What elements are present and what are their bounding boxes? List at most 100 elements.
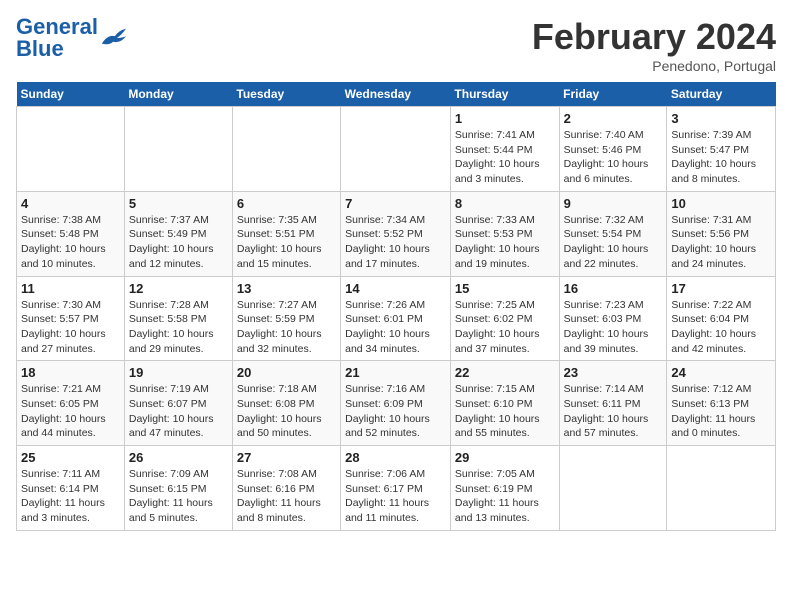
table-row [559, 446, 667, 531]
day-number: 18 [21, 365, 120, 380]
table-row: 6 Sunrise: 7:35 AM Sunset: 5:51 PM Daylig… [232, 191, 340, 276]
table-row [667, 446, 776, 531]
day-number: 24 [671, 365, 771, 380]
day-info: Sunrise: 7:05 AM Sunset: 6:19 PM Dayligh… [455, 467, 555, 526]
logo-bird-icon [100, 26, 128, 50]
table-row: 11 Sunrise: 7:30 AM Sunset: 5:57 PM Dayli… [17, 276, 125, 361]
day-info: Sunrise: 7:21 AM Sunset: 6:05 PM Dayligh… [21, 382, 120, 441]
table-row: 28 Sunrise: 7:06 AM Sunset: 6:17 PM Dayli… [341, 446, 451, 531]
day-info: Sunrise: 7:32 AM Sunset: 5:54 PM Dayligh… [564, 213, 663, 272]
table-row: 9 Sunrise: 7:32 AM Sunset: 5:54 PM Daylig… [559, 191, 667, 276]
calendar-week-row: 1Sunrise: 7:41 AM Sunset: 5:44 PM Daylig… [17, 107, 776, 192]
day-info: Sunrise: 7:26 AM Sunset: 6:01 PM Dayligh… [345, 298, 446, 357]
day-number: 14 [345, 281, 446, 296]
day-number: 13 [237, 281, 336, 296]
table-row: 13 Sunrise: 7:27 AM Sunset: 5:59 PM Dayli… [232, 276, 340, 361]
day-info: Sunrise: 7:11 AM Sunset: 6:14 PM Dayligh… [21, 467, 120, 526]
day-info: Sunrise: 7:18 AM Sunset: 6:08 PM Dayligh… [237, 382, 336, 441]
day-number: 21 [345, 365, 446, 380]
table-row: 1Sunrise: 7:41 AM Sunset: 5:44 PM Daylig… [450, 107, 559, 192]
table-row: 14 Sunrise: 7:26 AM Sunset: 6:01 PM Dayli… [341, 276, 451, 361]
calendar-table: Sunday Monday Tuesday Wednesday Thursday… [16, 82, 776, 531]
day-number: 8 [455, 196, 555, 211]
day-number: 28 [345, 450, 446, 465]
table-row: 23 Sunrise: 7:14 AM Sunset: 6:11 PM Dayli… [559, 361, 667, 446]
day-number: 11 [21, 281, 120, 296]
table-row: 24Sunrise: 7:12 AM Sunset: 6:13 PM Dayli… [667, 361, 776, 446]
day-info: Sunrise: 7:15 AM Sunset: 6:10 PM Dayligh… [455, 382, 555, 441]
page-header: General Blue February 2024 Penedono, Por… [16, 16, 776, 74]
day-number: 27 [237, 450, 336, 465]
day-number: 1 [455, 111, 555, 126]
table-row [232, 107, 340, 192]
calendar-week-row: 11 Sunrise: 7:30 AM Sunset: 5:57 PM Dayli… [17, 276, 776, 361]
day-number: 22 [455, 365, 555, 380]
calendar-week-row: 4Sunrise: 7:38 AM Sunset: 5:48 PM Daylig… [17, 191, 776, 276]
day-info: Sunrise: 7:19 AM Sunset: 6:07 PM Dayligh… [129, 382, 228, 441]
table-row [341, 107, 451, 192]
table-row: 25 Sunrise: 7:11 AM Sunset: 6:14 PM Dayli… [17, 446, 125, 531]
table-row [17, 107, 125, 192]
table-row: 22 Sunrise: 7:15 AM Sunset: 6:10 PM Dayli… [450, 361, 559, 446]
logo-blue: Blue [16, 36, 64, 61]
day-info: Sunrise: 7:27 AM Sunset: 5:59 PM Dayligh… [237, 298, 336, 357]
table-row: 7Sunrise: 7:34 AM Sunset: 5:52 PM Daylig… [341, 191, 451, 276]
col-thursday: Thursday [450, 82, 559, 107]
day-number: 2 [564, 111, 663, 126]
day-info: Sunrise: 7:31 AM Sunset: 5:56 PM Dayligh… [671, 213, 771, 272]
day-info: Sunrise: 7:06 AM Sunset: 6:17 PM Dayligh… [345, 467, 446, 526]
day-info: Sunrise: 7:30 AM Sunset: 5:57 PM Dayligh… [21, 298, 120, 357]
day-number: 9 [564, 196, 663, 211]
location: Penedono, Portugal [532, 58, 776, 74]
day-number: 20 [237, 365, 336, 380]
day-info: Sunrise: 7:25 AM Sunset: 6:02 PM Dayligh… [455, 298, 555, 357]
logo-text: General Blue [16, 16, 98, 60]
day-number: 23 [564, 365, 663, 380]
day-number: 15 [455, 281, 555, 296]
table-row: 19 Sunrise: 7:19 AM Sunset: 6:07 PM Dayli… [124, 361, 232, 446]
title-block: February 2024 Penedono, Portugal [532, 16, 776, 74]
month-title: February 2024 [532, 16, 776, 58]
table-row: 2Sunrise: 7:40 AM Sunset: 5:46 PM Daylig… [559, 107, 667, 192]
day-info: Sunrise: 7:14 AM Sunset: 6:11 PM Dayligh… [564, 382, 663, 441]
day-info: Sunrise: 7:37 AM Sunset: 5:49 PM Dayligh… [129, 213, 228, 272]
day-info: Sunrise: 7:35 AM Sunset: 5:51 PM Dayligh… [237, 213, 336, 272]
col-saturday: Saturday [667, 82, 776, 107]
table-row: 18 Sunrise: 7:21 AM Sunset: 6:05 PM Dayli… [17, 361, 125, 446]
day-number: 12 [129, 281, 228, 296]
calendar-week-row: 18 Sunrise: 7:21 AM Sunset: 6:05 PM Dayli… [17, 361, 776, 446]
day-number: 10 [671, 196, 771, 211]
table-row: 12Sunrise: 7:28 AM Sunset: 5:58 PM Dayli… [124, 276, 232, 361]
table-row: 26Sunrise: 7:09 AM Sunset: 6:15 PM Dayli… [124, 446, 232, 531]
col-wednesday: Wednesday [341, 82, 451, 107]
col-monday: Monday [124, 82, 232, 107]
table-row: 3 Sunrise: 7:39 AM Sunset: 5:47 PM Daylig… [667, 107, 776, 192]
col-tuesday: Tuesday [232, 82, 340, 107]
day-info: Sunrise: 7:23 AM Sunset: 6:03 PM Dayligh… [564, 298, 663, 357]
day-number: 3 [671, 111, 771, 126]
table-row: 17Sunrise: 7:22 AM Sunset: 6:04 PM Dayli… [667, 276, 776, 361]
col-sunday: Sunday [17, 82, 125, 107]
table-row: 16 Sunrise: 7:23 AM Sunset: 6:03 PM Dayli… [559, 276, 667, 361]
table-row: 20 Sunrise: 7:18 AM Sunset: 6:08 PM Dayli… [232, 361, 340, 446]
day-number: 6 [237, 196, 336, 211]
table-row: 4Sunrise: 7:38 AM Sunset: 5:48 PM Daylig… [17, 191, 125, 276]
day-info: Sunrise: 7:09 AM Sunset: 6:15 PM Dayligh… [129, 467, 228, 526]
day-info: Sunrise: 7:33 AM Sunset: 5:53 PM Dayligh… [455, 213, 555, 272]
day-number: 4 [21, 196, 120, 211]
day-info: Sunrise: 7:39 AM Sunset: 5:47 PM Dayligh… [671, 128, 771, 187]
table-row: 8 Sunrise: 7:33 AM Sunset: 5:53 PM Daylig… [450, 191, 559, 276]
day-info: Sunrise: 7:22 AM Sunset: 6:04 PM Dayligh… [671, 298, 771, 357]
table-row: 29Sunrise: 7:05 AM Sunset: 6:19 PM Dayli… [450, 446, 559, 531]
table-row: 27Sunrise: 7:08 AM Sunset: 6:16 PM Dayli… [232, 446, 340, 531]
table-row: 15 Sunrise: 7:25 AM Sunset: 6:02 PM Dayli… [450, 276, 559, 361]
table-row: 5Sunrise: 7:37 AM Sunset: 5:49 PM Daylig… [124, 191, 232, 276]
logo: General Blue [16, 16, 128, 60]
day-number: 7 [345, 196, 446, 211]
day-number: 16 [564, 281, 663, 296]
header-row: Sunday Monday Tuesday Wednesday Thursday… [17, 82, 776, 107]
table-row [124, 107, 232, 192]
day-number: 19 [129, 365, 228, 380]
col-friday: Friday [559, 82, 667, 107]
day-number: 25 [21, 450, 120, 465]
